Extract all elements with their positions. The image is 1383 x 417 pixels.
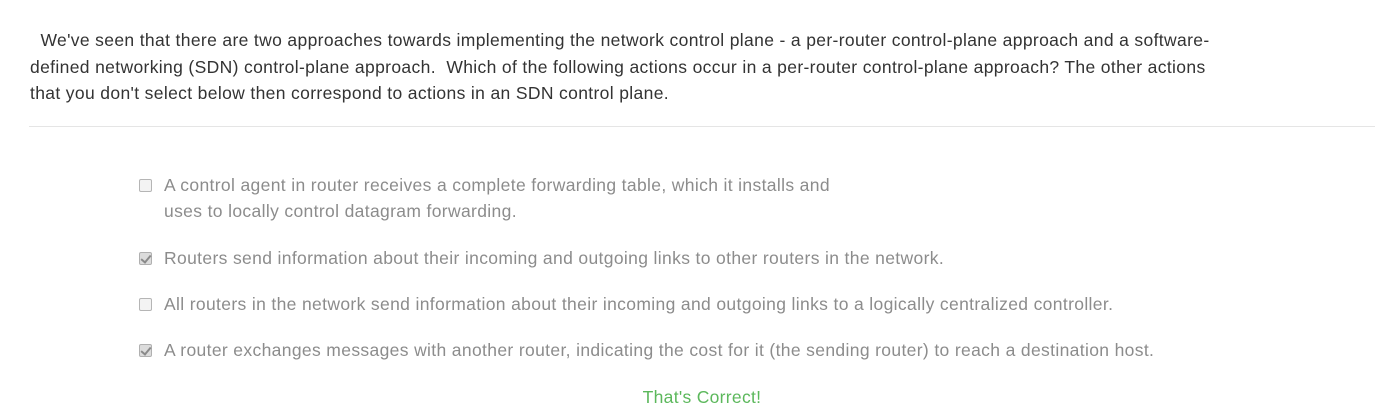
feedback-message: That's Correct! xyxy=(642,387,762,407)
option-checkbox-3[interactable] xyxy=(139,298,152,311)
option-label-4: A router exchanges messages with another… xyxy=(164,340,1155,360)
option-control-agent[interactable]: A control agent in router receives a com… xyxy=(139,172,830,224)
option-checkbox-4[interactable] xyxy=(139,344,152,357)
option-label-1: A control agent in router receives a com… xyxy=(164,175,830,221)
option-checkbox-1[interactable] xyxy=(139,179,152,192)
divider xyxy=(29,126,1375,127)
option-centralized-controller[interactable]: All routers in the network send informat… xyxy=(139,291,1113,317)
option-routers-send-links[interactable]: Routers send information about their inc… xyxy=(139,245,944,271)
option-label-3: All routers in the network send informat… xyxy=(164,294,1114,314)
question-text: We've seen that there are two approaches… xyxy=(30,30,1210,103)
option-router-exchanges-cost[interactable]: A router exchanges messages with another… xyxy=(139,337,1154,363)
option-label-2: Routers send information about their inc… xyxy=(164,248,945,268)
option-checkbox-2[interactable] xyxy=(139,252,152,265)
